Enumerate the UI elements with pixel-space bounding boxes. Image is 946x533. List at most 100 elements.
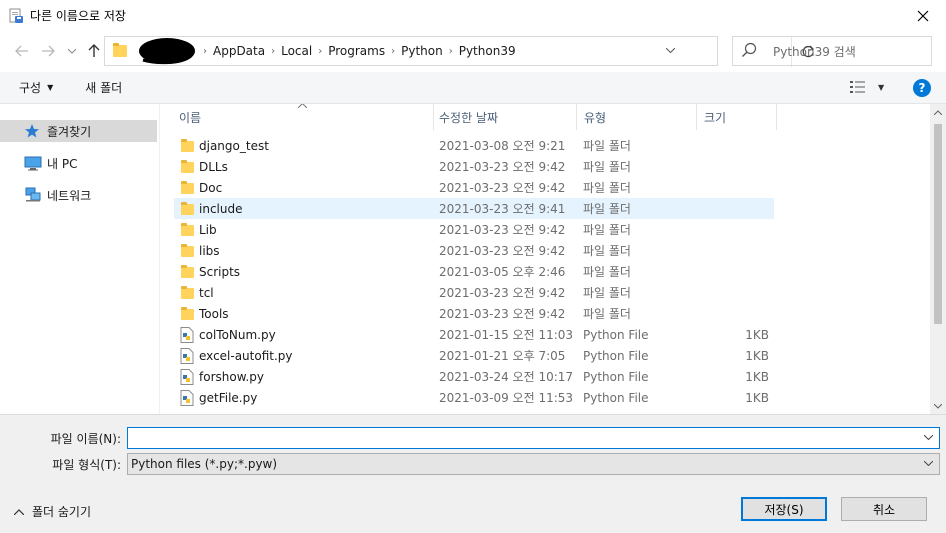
nav-item-network[interactable]: 네트워크	[0, 184, 157, 206]
file-date: 2021-03-23 오전 9:42	[439, 286, 566, 300]
recent-locations-button[interactable]	[62, 41, 82, 61]
save-button[interactable]: 저장(S)	[741, 497, 827, 521]
address-bar[interactable]: › AppData › Local › Programs › Python › …	[104, 36, 814, 67]
file-name: include	[199, 201, 243, 216]
column-divider[interactable]	[776, 104, 777, 130]
file-type: Python File	[583, 369, 649, 384]
breadcrumb-programs[interactable]: Programs	[324, 44, 389, 58]
help-button[interactable]: ?	[913, 79, 931, 97]
column-divider[interactable]	[433, 104, 434, 130]
filetype-select[interactable]: Python files (*.py;*.pyw)	[127, 453, 940, 475]
filename-input[interactable]	[127, 427, 940, 449]
nav-item-label: 즐겨찾기	[47, 124, 92, 139]
folder-icon	[180, 159, 196, 175]
python-file-icon	[180, 368, 196, 385]
folder-row[interactable]: Lib 2021-03-23 오전 9:42 파일 폴더	[174, 219, 774, 240]
network-icon	[24, 187, 42, 203]
caret-down-icon: ▼	[878, 82, 885, 92]
scroll-down-button[interactable]	[930, 398, 946, 414]
file-date: 2021-03-05 오후 2:46	[439, 265, 566, 279]
file-name: Lib	[199, 222, 217, 237]
file-name: Tools	[199, 306, 229, 321]
file-date: 2021-01-21 오후 7:05	[439, 349, 566, 363]
folder-icon	[180, 201, 196, 217]
address-row: › AppData › Local › Programs › Python › …	[0, 33, 946, 69]
folder-row[interactable]: Tools 2021-03-23 오전 9:42 파일 폴더	[174, 303, 774, 324]
folder-row[interactable]: tcl 2021-03-23 오전 9:42 파일 폴더	[174, 282, 774, 303]
search-box[interactable]: Python39 검색	[732, 36, 932, 66]
file-size: 1KB	[745, 327, 769, 342]
nav-item-label: 내 PC	[47, 156, 78, 171]
chevron-down-icon	[923, 434, 934, 441]
file-name: libs	[199, 243, 220, 258]
folder-icon	[180, 285, 196, 301]
chevron-right-icon: ›	[391, 45, 396, 57]
nav-item-label: 네트워크	[47, 188, 92, 203]
file-size: 1KB	[745, 369, 769, 384]
vertical-scrollbar[interactable]	[930, 104, 946, 414]
folder-row[interactable]: Scripts 2021-03-05 오후 2:46 파일 폴더	[174, 261, 774, 282]
command-toolbar: 구성 ▼ 새 폴더 ▼ ?	[0, 72, 946, 104]
file-name: tcl	[199, 285, 214, 300]
column-header-date[interactable]: 수정한 날짜	[439, 104, 498, 130]
filename-label: 파일 이름(N):	[50, 432, 121, 446]
column-divider[interactable]	[576, 104, 577, 130]
file-date: 2021-01-15 오전 11:03	[439, 328, 574, 342]
computer-icon	[24, 155, 42, 171]
title-bar: 다른 이름으로 저장	[0, 0, 946, 31]
file-row[interactable]: getFile.py 2021-03-09 오전 11:53 Python File…	[174, 387, 774, 408]
search-input[interactable]: Python39 검색	[773, 43, 856, 60]
chevron-up-icon	[14, 508, 24, 515]
column-header-name[interactable]: 이름	[179, 104, 201, 130]
nav-item-this-pc[interactable]: 내 PC	[0, 152, 157, 174]
file-type: 파일 폴더	[583, 286, 631, 300]
nav-item-quick-access[interactable]: 즐겨찾기	[0, 120, 157, 142]
breadcrumb-python[interactable]: Python	[397, 44, 447, 58]
filetype-dropdown-button[interactable]	[923, 458, 934, 469]
file-row[interactable]: forshow.py 2021-03-24 오전 10:17 Python File…	[174, 366, 774, 387]
folder-row[interactable]: DLLs 2021-03-23 오전 9:42 파일 폴더	[174, 156, 774, 177]
file-row[interactable]: colToNum.py 2021-01-15 오전 11:03 Python Fil…	[174, 324, 774, 345]
file-date: 2021-03-23 오전 9:42	[439, 160, 566, 174]
arrow-left-icon	[15, 45, 28, 57]
breadcrumb-local[interactable]: Local	[277, 44, 316, 58]
details-view-icon	[850, 81, 865, 93]
organize-button[interactable]: 구성 ▼	[19, 79, 53, 96]
file-date: 2021-03-23 오전 9:42	[439, 223, 566, 237]
folder-row[interactable]: Doc 2021-03-23 오전 9:42 파일 폴더	[174, 177, 774, 198]
new-folder-button[interactable]: 새 폴더	[85, 79, 122, 96]
file-date: 2021-03-23 오전 9:42	[439, 307, 566, 321]
forward-button[interactable]	[38, 41, 58, 61]
close-button[interactable]	[900, 0, 946, 31]
file-type: 파일 폴더	[583, 139, 631, 153]
column-header-type[interactable]: 유형	[584, 104, 606, 130]
column-divider[interactable]	[696, 104, 697, 130]
folder-row[interactable]: libs 2021-03-23 오전 9:42 파일 폴더	[174, 240, 774, 261]
back-button[interactable]	[12, 41, 32, 61]
address-dropdown-button[interactable]	[665, 45, 676, 56]
change-view-button[interactable]: ▼	[850, 80, 884, 94]
file-type: 파일 폴더	[583, 181, 631, 195]
chevron-down-icon	[68, 48, 76, 54]
file-size: 1KB	[745, 390, 769, 405]
scroll-up-button[interactable]	[930, 104, 946, 120]
column-header-size[interactable]: 크기	[704, 104, 726, 130]
file-type: 파일 폴더	[583, 202, 631, 216]
file-row[interactable]: excel-autofit.py 2021-01-21 오후 7:05 Python…	[174, 345, 774, 366]
star-icon	[24, 123, 42, 139]
breadcrumb-python39[interactable]: Python39	[455, 44, 520, 58]
filetype-value: Python files (*.py;*.pyw)	[131, 457, 278, 471]
folder-row[interactable]: include 2021-03-23 오전 9:41 파일 폴더	[174, 198, 774, 219]
file-type: 파일 폴더	[583, 160, 631, 174]
folder-row[interactable]: django_test 2021-03-08 오전 9:21 파일 폴더	[174, 135, 774, 156]
file-name: DLLs	[199, 159, 228, 174]
filename-dropdown-button[interactable]	[923, 432, 934, 443]
up-button[interactable]	[84, 41, 104, 61]
breadcrumb-appdata[interactable]: AppData	[209, 44, 269, 58]
filetype-label: 파일 형식(T):	[52, 458, 121, 472]
python-file-icon	[180, 389, 196, 406]
scroll-thumb[interactable]	[934, 124, 942, 324]
breadcrumb: › AppData › Local › Programs › Python › …	[201, 44, 520, 58]
hide-folders-toggle[interactable]: 폴더 숨기기	[14, 503, 91, 520]
cancel-button[interactable]: 취소	[841, 497, 927, 521]
